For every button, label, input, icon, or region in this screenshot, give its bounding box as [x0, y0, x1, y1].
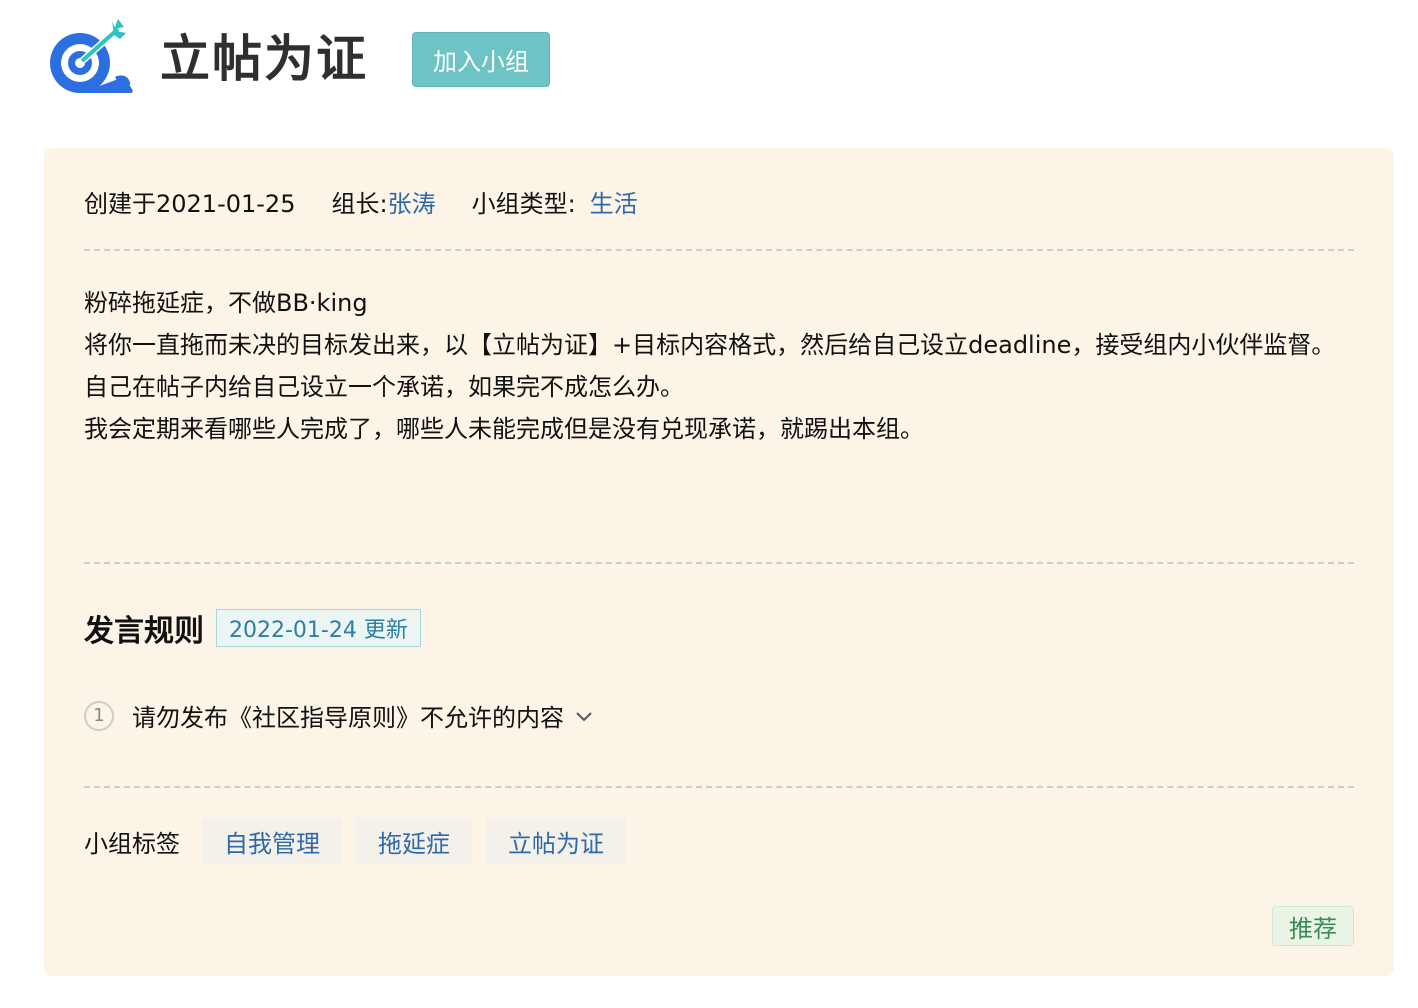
tag-procrastination[interactable]: 拖延症 — [356, 818, 472, 864]
group-tags-row: 小组标签 自我管理 拖延症 立帖为证 — [84, 818, 640, 864]
join-group-button[interactable]: 加入小组 — [412, 31, 550, 87]
group-page: 立帖为证 加入小组 创建于2021-01-25 组长: 张涛 小组类型: 生活 … — [0, 0, 1418, 1008]
intro-line: 粉碎拖延症，不做BB·king — [84, 289, 368, 317]
tag-lite-wei-zheng[interactable]: 立帖为证 — [486, 818, 626, 864]
divider — [84, 562, 1354, 564]
intro-line: 自己在帖子内给自己设立一个承诺，如果完不成怎么办。 — [84, 373, 684, 401]
created-date: 创建于2021-01-25 — [84, 190, 296, 218]
intro-line: 我会定期来看哪些人完成了，哪些人未能完成但是没有兑现承诺，就踢出本组。 — [84, 415, 924, 443]
leader-label: 组长: — [331, 190, 388, 218]
group-type-link[interactable]: 生活 — [590, 184, 638, 219]
group-meta-row: 创建于2021-01-25 组长: 张涛 小组类型: 生活 — [84, 184, 638, 219]
leader-name-link[interactable]: 张涛 — [388, 184, 436, 219]
intro-line: 将你一直拖而未决的目标发出来，以【立帖为证】+目标内容格式，然后给自己设立dea… — [84, 331, 1336, 359]
target-arrow-logo-icon — [50, 19, 133, 93]
chevron-down-icon — [576, 711, 592, 721]
group-title: 立帖为证 — [160, 30, 368, 88]
rules-header: 发言规则 2022-01-24 更新 — [84, 606, 421, 650]
rule-item[interactable]: 1 请勿发布《社区指导原则》不允许的内容 — [84, 698, 594, 733]
divider — [84, 249, 1354, 251]
recommend-button[interactable]: 推荐 — [1272, 906, 1354, 946]
rules-title: 发言规则 — [84, 614, 204, 649]
tag-self-management[interactable]: 自我管理 — [202, 818, 342, 864]
divider — [84, 786, 1354, 788]
rule-text: 请勿发布《社区指导原则》不允许的内容 — [132, 704, 564, 732]
rules-updated-badge: 2022-01-24 更新 — [216, 609, 421, 647]
rule-number-badge: 1 — [84, 700, 114, 731]
group-info-card: 创建于2021-01-25 组长: 张涛 小组类型: 生活 粉碎拖延症，不做BB… — [44, 148, 1394, 976]
group-header: 立帖为证 加入小组 — [44, 14, 550, 104]
group-type-label: 小组类型: — [471, 190, 576, 218]
group-intro: 粉碎拖延症，不做BB·king 将你一直拖而未决的目标发出来，以【立帖为证】+目… — [84, 282, 1354, 450]
tags-label: 小组标签 — [84, 829, 180, 858]
